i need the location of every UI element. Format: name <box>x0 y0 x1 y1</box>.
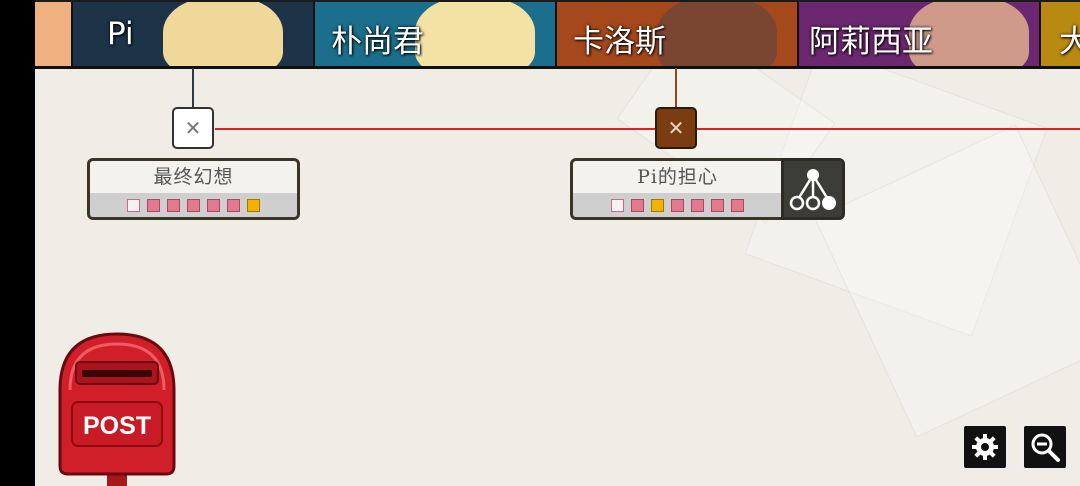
character-portrait <box>415 2 535 66</box>
story-node-2[interactable]: ✕ <box>655 107 697 149</box>
progress-squares <box>90 193 297 217</box>
progress-square <box>247 198 260 212</box>
character-tab-4[interactable]: 阿莉西亚 <box>799 2 1041 66</box>
chapter-card-2[interactable]: Pi的担心 <box>570 158 785 220</box>
chapter-title: 最终幻想 <box>153 166 234 188</box>
progress-squares <box>573 193 782 217</box>
character-name: 阿莉西亚 <box>809 24 933 60</box>
character-name: 朴尚君 <box>331 24 424 60</box>
chapter-title: Pi的担心 <box>637 166 718 188</box>
route-line <box>215 128 1080 130</box>
progress-square <box>227 198 240 212</box>
game-stage: Pi 朴尚君 卡洛斯 阿莉西亚 大 ✕ 最终幻想 ✕ Pi的担心 POST <box>35 0 1080 486</box>
zoom-out-icon <box>1031 433 1060 462</box>
character-tab-0[interactable] <box>35 2 73 66</box>
progress-square <box>651 198 664 212</box>
branch-tree-button[interactable] <box>781 158 845 220</box>
character-portrait <box>35 2 71 66</box>
gear-icon <box>972 434 998 460</box>
progress-square <box>631 198 644 212</box>
progress-square <box>207 198 220 212</box>
character-portrait <box>657 2 777 66</box>
post-label: POST <box>82 412 152 440</box>
progress-square <box>167 198 180 212</box>
character-tab-5[interactable]: 大 <box>1041 2 1080 66</box>
progress-square <box>127 198 140 212</box>
close-icon: ✕ <box>184 116 202 140</box>
story-node-1[interactable]: ✕ <box>172 107 214 149</box>
character-tab-2[interactable]: 朴尚君 <box>315 2 557 66</box>
close-icon: ✕ <box>667 116 685 140</box>
character-tab-bar: Pi 朴尚君 卡洛斯 阿莉西亚 大 <box>35 0 1080 69</box>
connector-line <box>192 68 194 108</box>
character-tab-pi[interactable]: Pi <box>73 2 315 66</box>
progress-square <box>187 198 200 212</box>
mailbox-icon <box>58 332 176 486</box>
zoom-out-button[interactable] <box>1022 424 1068 470</box>
progress-square <box>731 198 744 212</box>
progress-square <box>711 198 724 212</box>
character-tab-3[interactable]: 卡洛斯 <box>557 2 799 66</box>
post-mailbox-button[interactable]: POST <box>52 330 182 486</box>
progress-square <box>611 198 624 212</box>
character-name: Pi <box>107 16 134 52</box>
progress-square <box>147 198 160 212</box>
character-name: 卡洛斯 <box>573 24 666 60</box>
chapter-card-1[interactable]: 最终幻想 <box>87 158 300 220</box>
character-portrait <box>163 2 283 66</box>
character-name: 大 <box>1059 24 1080 60</box>
progress-square <box>691 198 704 212</box>
branch-tree-icon <box>789 169 836 211</box>
settings-button[interactable] <box>962 424 1008 470</box>
connector-line <box>675 68 677 108</box>
progress-square <box>671 198 684 212</box>
